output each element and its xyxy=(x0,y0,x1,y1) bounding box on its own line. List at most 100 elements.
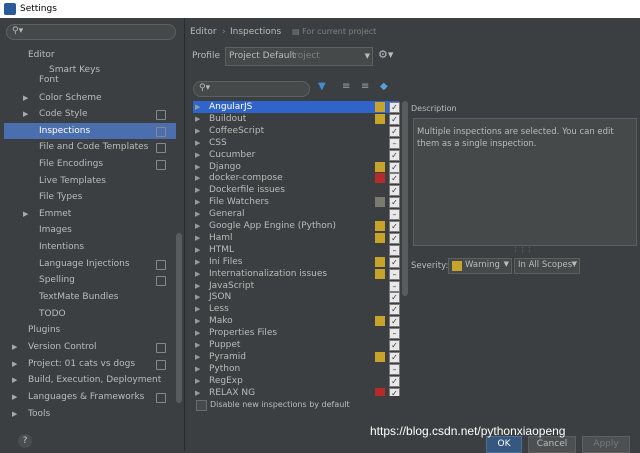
inspection-row[interactable]: ▶ Mako ✓ xyxy=(193,315,400,328)
inspection-checkbox[interactable]: ✓ xyxy=(389,375,400,387)
inspection-checkbox[interactable]: ✓ xyxy=(389,113,400,125)
apply-button[interactable]: Apply xyxy=(582,436,630,453)
chevron-right-icon[interactable]: ▶ xyxy=(195,137,200,149)
inspection-checkbox[interactable]: ✓ xyxy=(389,185,400,197)
chevron-right-icon[interactable]: ▶ xyxy=(12,406,17,422)
inspection-row[interactable]: ▶ Less ✓ xyxy=(193,303,400,316)
sidebar-item[interactable]: Intentions xyxy=(4,239,176,255)
inspection-row[interactable]: ▶ Internationalization issues – xyxy=(193,268,400,280)
inspection-checkbox[interactable]: – xyxy=(389,363,400,375)
inspection-row[interactable]: ▶ HTML – xyxy=(193,244,400,256)
chevron-right-icon[interactable]: ▶ xyxy=(195,208,200,220)
chevron-right-icon[interactable]: ▶ xyxy=(195,363,200,375)
inspection-row[interactable]: ▶ RegExp ✓ xyxy=(193,375,400,387)
inspection-checkbox[interactable]: – xyxy=(389,137,400,149)
chevron-right-icon[interactable]: ▶ xyxy=(195,244,200,256)
gear-icon[interactable]: ⚙▾ xyxy=(378,48,393,61)
chevron-right-icon[interactable]: ▶ xyxy=(23,90,28,106)
sidebar-search-input[interactable]: ⚲▾ xyxy=(6,24,176,40)
profile-select[interactable]: Project Default Project ▼ xyxy=(225,47,373,66)
inspection-row[interactable]: ▶ Dockerfile issues ✓ xyxy=(193,184,400,197)
breadcrumb-editor[interactable]: Editor xyxy=(190,27,217,37)
sidebar-item[interactable]: Language Injections xyxy=(4,256,176,272)
sidebar-item[interactable]: TODO xyxy=(4,306,176,322)
sidebar-scrollbar[interactable] xyxy=(176,233,182,403)
chevron-right-icon[interactable]: ▶ xyxy=(195,375,200,387)
inspection-checkbox[interactable]: – xyxy=(389,268,400,280)
inspection-checkbox[interactable]: – xyxy=(389,280,400,292)
chevron-right-icon[interactable]: ▶ xyxy=(195,232,200,244)
inspection-checkbox[interactable]: ✓ xyxy=(389,161,400,173)
inspection-row[interactable]: ▶ Puppet ✓ xyxy=(193,339,400,351)
inspection-row[interactable]: ▶ JSON ✓ xyxy=(193,291,400,304)
sidebar-item[interactable]: ▶ Project: 01 cats vs dogs xyxy=(4,356,176,372)
inspection-checkbox[interactable]: – xyxy=(389,209,400,221)
cancel-button[interactable]: Cancel xyxy=(528,436,576,453)
chevron-right-icon[interactable]: ▶ xyxy=(195,387,200,396)
inspection-row[interactable]: ▶ CSS – xyxy=(193,137,400,149)
inspection-checkbox[interactable]: ✓ xyxy=(389,125,400,137)
inspection-search-input[interactable]: ⚲▾ xyxy=(193,81,310,97)
inspection-checkbox[interactable]: ✓ xyxy=(389,316,400,328)
inspection-checkbox[interactable]: ✓ xyxy=(389,102,400,113)
chevron-right-icon[interactable]: ▶ xyxy=(195,291,200,303)
inspection-row[interactable]: ▶ Ini Files ✓ xyxy=(193,256,400,268)
inspection-row[interactable]: ▶ Google App Engine (Python) ✓ xyxy=(193,220,400,232)
inspection-checkbox[interactable]: ✓ xyxy=(389,340,400,351)
inspection-row[interactable]: ▶ Haml ✓ xyxy=(193,232,400,244)
scope-select[interactable]: In All Scopes ▼ xyxy=(514,258,580,274)
sidebar-item[interactable]: File and Code Templates xyxy=(4,139,176,155)
chevron-right-icon[interactable]: ▶ xyxy=(195,172,200,184)
sidebar-item[interactable]: Live Templates xyxy=(4,173,176,189)
inspection-row[interactable]: ▶ RELAX NG ✓ xyxy=(193,387,400,396)
inspection-row[interactable]: ▶ Properties Files – xyxy=(193,327,400,340)
chevron-right-icon[interactable]: ▶ xyxy=(195,184,200,196)
inspection-row[interactable]: ▶ JavaScript – xyxy=(193,280,400,292)
inspection-checkbox[interactable]: ✓ xyxy=(389,304,400,316)
inspection-checkbox[interactable]: – xyxy=(389,244,400,256)
sidebar-item[interactable]: File Types xyxy=(4,189,176,205)
sidebar-item[interactable]: ▶ Build, Execution, Deployment xyxy=(4,372,176,388)
inspection-checkbox[interactable]: ✓ xyxy=(389,256,400,268)
chevron-right-icon[interactable]: ▶ xyxy=(12,339,17,355)
sidebar-item[interactable]: ▶ Code Style xyxy=(4,106,176,122)
chevron-right-icon[interactable]: ▶ xyxy=(195,196,200,208)
sidebar-item[interactable]: ▶ Color Scheme xyxy=(4,90,176,106)
sidebar-item[interactable]: Spelling xyxy=(4,272,176,288)
inspection-checkbox[interactable]: ✓ xyxy=(389,292,400,304)
sidebar-item[interactable]: TextMate Bundles xyxy=(4,289,176,305)
inspection-row[interactable]: ▶ Pyramid ✓ xyxy=(193,351,400,363)
chevron-right-icon[interactable]: ▶ xyxy=(195,125,200,137)
sidebar-item[interactable]: File Encodings xyxy=(4,156,176,172)
ok-button[interactable]: OK xyxy=(486,436,522,453)
filter-icon[interactable]: ▼ xyxy=(318,81,326,92)
inspection-list-scrollbar[interactable] xyxy=(402,101,408,296)
sidebar-item[interactable]: Editor xyxy=(4,47,176,63)
severity-select[interactable]: Warning ▼ xyxy=(448,258,512,274)
help-button[interactable]: ? xyxy=(18,434,32,448)
chevron-right-icon[interactable]: ▶ xyxy=(195,280,200,292)
chevron-right-icon[interactable]: ▶ xyxy=(195,327,200,339)
inspection-row[interactable]: ▶ General – xyxy=(193,208,400,221)
inspection-row[interactable]: ▶ AngularJS ✓ xyxy=(193,101,400,113)
chevron-right-icon[interactable]: ▶ xyxy=(195,351,200,363)
chevron-right-icon[interactable]: ▶ xyxy=(195,220,200,232)
inspection-row[interactable]: ▶ Buildout ✓ xyxy=(193,113,400,125)
chevron-right-icon[interactable]: ▶ xyxy=(23,106,28,122)
chevron-right-icon[interactable]: ▶ xyxy=(195,161,200,173)
chevron-right-icon[interactable]: ▶ xyxy=(195,303,200,315)
reset-icon[interactable]: ◆ xyxy=(380,81,388,92)
disable-new-checkbox[interactable] xyxy=(196,400,207,411)
inspection-row[interactable]: ▶ Django ✓ xyxy=(193,161,400,173)
inspection-checkbox[interactable]: ✓ xyxy=(389,221,400,232)
collapse-all-icon[interactable]: ≡ xyxy=(361,81,369,92)
inspection-checkbox[interactable]: ✓ xyxy=(389,387,400,396)
expand-all-icon[interactable]: ≡ xyxy=(342,81,350,92)
inspection-checkbox[interactable]: ✓ xyxy=(389,197,400,209)
chevron-right-icon[interactable]: ▶ xyxy=(195,268,200,280)
chevron-right-icon[interactable]: ▶ xyxy=(12,389,17,405)
chevron-right-icon[interactable]: ▶ xyxy=(12,372,17,388)
inspection-row[interactable]: ▶ CoffeeScript ✓ xyxy=(193,125,400,137)
sidebar-item[interactable]: ▶ Tools xyxy=(4,406,176,422)
sidebar-item[interactable]: Plugins xyxy=(4,322,176,338)
